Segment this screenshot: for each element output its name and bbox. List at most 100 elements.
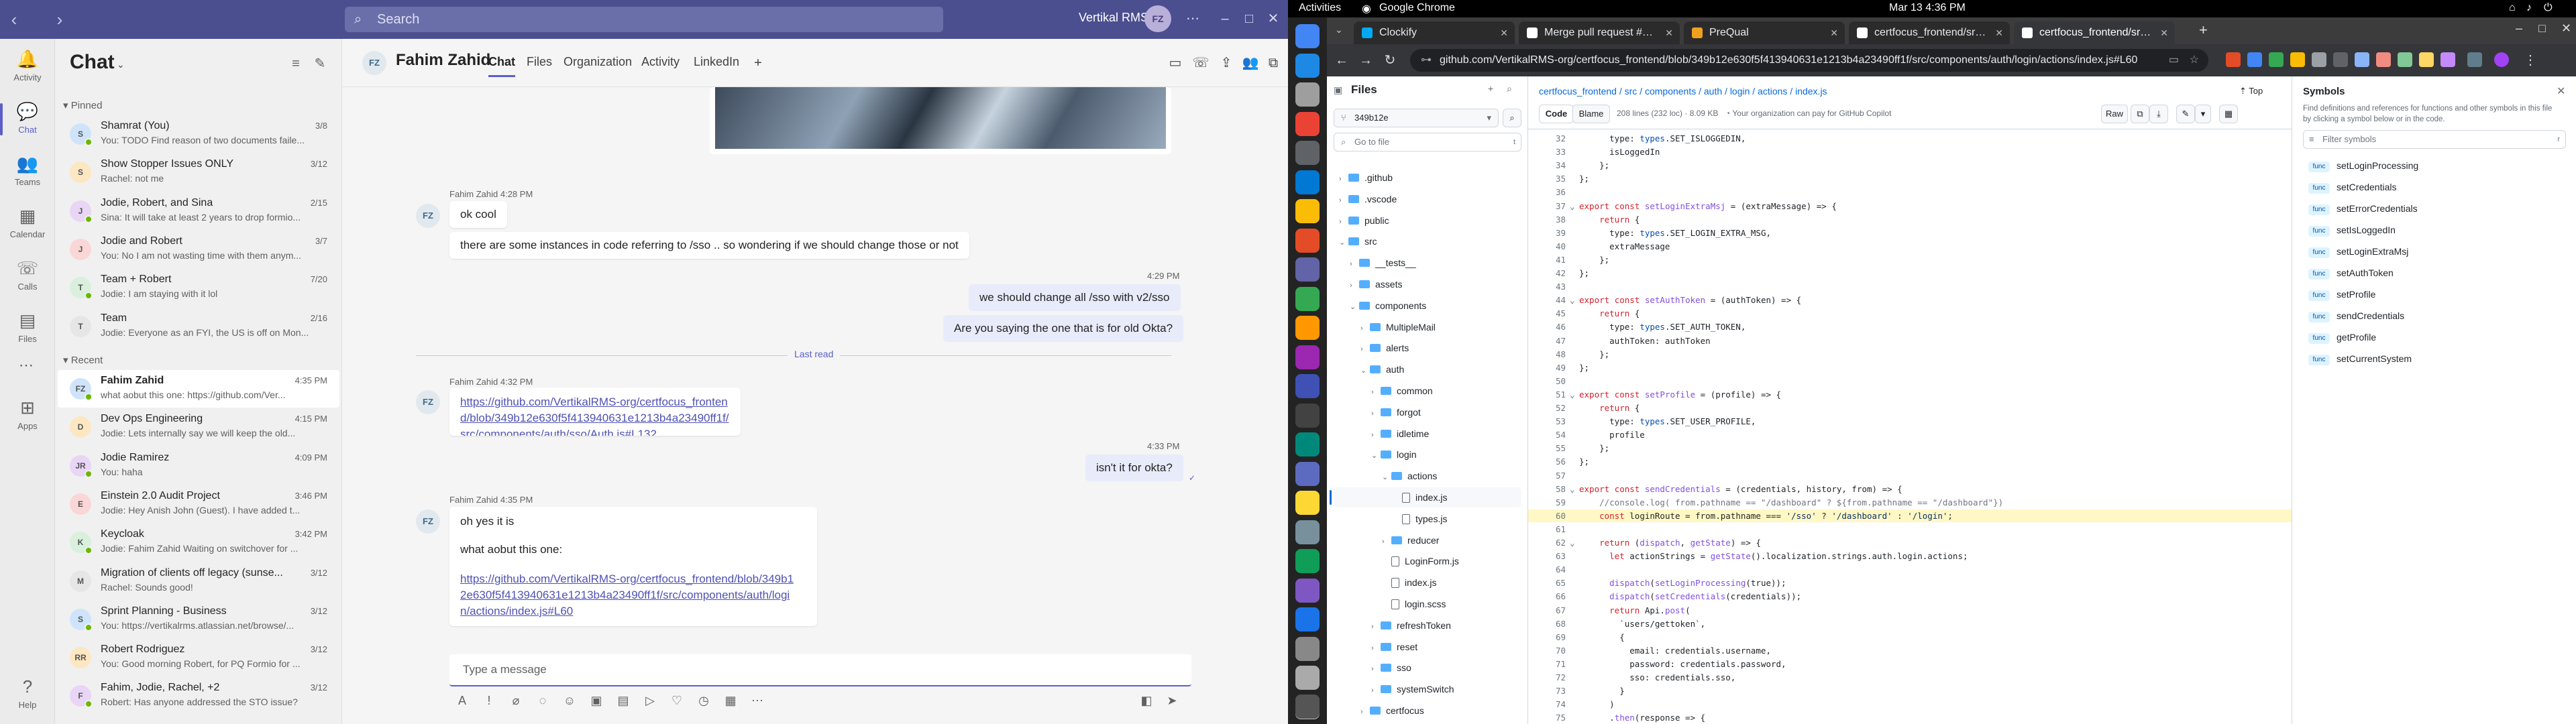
- code-line[interactable]: 62 return (dispatch, getState) => {⌄: [1528, 536, 2292, 550]
- dock-app-icon[interactable]: [1295, 111, 1320, 136]
- tree-folder[interactable]: › .github: [1334, 168, 1521, 188]
- dock-app-icon[interactable]: [1295, 578, 1320, 603]
- line-number[interactable]: 46: [1528, 320, 1579, 334]
- dictate-icon[interactable]: ◧: [1136, 690, 1157, 711]
- code-line[interactable]: 73 }: [1528, 684, 2292, 698]
- tree-folder[interactable]: › certfocus: [1334, 701, 1521, 721]
- line-number[interactable]: 34: [1528, 159, 1579, 172]
- symbol-item[interactable]: func setProfile: [2308, 286, 2375, 303]
- tab-close-icon[interactable]: ✕: [1995, 21, 2003, 44]
- dock-app-icon[interactable]: [1295, 636, 1320, 661]
- chat-list-item[interactable]: M Migration of clients off legacy (sunse.…: [58, 562, 339, 600]
- tab-organization[interactable]: Organization: [564, 55, 632, 69]
- line-number[interactable]: 69: [1528, 631, 1579, 644]
- close-icon[interactable]: ✕: [2561, 21, 2571, 36]
- forward-arrow-icon[interactable]: ›: [48, 8, 71, 31]
- audio-call-icon[interactable]: ☏: [1190, 52, 1212, 74]
- symbol-item[interactable]: func sendCredentials: [2308, 307, 2404, 324]
- chat-list-item[interactable]: J Jodie, Robert, and Sina 2/15 Sina: It wil…: [58, 192, 339, 230]
- line-number[interactable]: 73: [1528, 684, 1579, 698]
- show-apps-icon[interactable]: [1295, 695, 1320, 719]
- chat-list-item[interactable]: D Dev Ops Engineering 4:15 PM Jodie: Lets i…: [58, 408, 339, 446]
- top-link[interactable]: ⇡ Top: [2239, 86, 2263, 97]
- chat-list-item[interactable]: T Team + Robert 7/20 Jodie: I am staying wi…: [58, 269, 339, 306]
- code-line[interactable]: 57: [1528, 469, 2292, 483]
- tree-file[interactable]: login.scss: [1334, 594, 1521, 614]
- code-line[interactable]: 56};: [1528, 455, 2292, 469]
- line-number[interactable]: 43: [1528, 280, 1579, 294]
- code-line[interactable]: 63 let actionStrings = getState().locali…: [1528, 550, 2292, 563]
- browser-tab[interactable]: Clockify ✕: [1354, 21, 1515, 44]
- code-line[interactable]: 72 sso: credentials.sso,: [1528, 671, 2292, 684]
- shared-image[interactable]: [715, 87, 1166, 149]
- browser-tab[interactable]: certfocus_frontend/src/... ✕: [2014, 21, 2175, 44]
- chat-list-item[interactable]: J Jodie and Robert 3/7 You: No I am not was…: [58, 231, 339, 268]
- bookmark-star-icon[interactable]: ☆: [2190, 49, 2199, 72]
- praise-icon[interactable]: ♡: [667, 690, 687, 711]
- symbol-item[interactable]: func setCurrentSystem: [2308, 350, 2412, 367]
- meet-icon[interactable]: ▷: [640, 690, 660, 711]
- close-icon[interactable]: ✕: [1261, 7, 1285, 31]
- tree-file[interactable]: index.js: [1330, 487, 1521, 507]
- line-number[interactable]: 38: [1528, 213, 1579, 227]
- code-line[interactable]: 60 const loginRoute = from.pathname === …: [1528, 509, 2292, 523]
- line-number[interactable]: 47: [1528, 335, 1579, 348]
- fold-chevron-icon[interactable]: ⌄: [1570, 388, 1575, 402]
- chat-list-item[interactable]: S Show Stopper Issues ONLY 3/12 Rachel: not…: [58, 154, 339, 191]
- tree-folder[interactable]: ⌄ components: [1334, 296, 1521, 316]
- priority-icon[interactable]: !: [479, 690, 499, 711]
- apps-icon[interactable]: ▦: [720, 690, 741, 711]
- format-icon[interactable]: A: [452, 690, 472, 711]
- code-line[interactable]: 34 };: [1528, 159, 2292, 172]
- tree-folder[interactable]: › reset: [1334, 637, 1521, 657]
- tree-folder[interactable]: › __tests__: [1334, 253, 1521, 273]
- extensions-puzzle-icon[interactable]: [2440, 52, 2455, 67]
- maximize-icon[interactable]: □: [1237, 7, 1261, 31]
- line-number[interactable]: 71: [1528, 658, 1579, 671]
- minimize-icon[interactable]: –: [2516, 21, 2522, 36]
- site-info-icon[interactable]: ⊶: [1421, 49, 1432, 72]
- dock-app-icon[interactable]: [1295, 345, 1320, 369]
- line-number[interactable]: 56: [1528, 455, 1579, 469]
- fold-chevron-icon[interactable]: ⌄: [1570, 536, 1575, 550]
- code-line[interactable]: 54 profile: [1528, 428, 2292, 442]
- tree-folder[interactable]: › assets: [1334, 274, 1521, 294]
- add-tab-icon[interactable]: +: [747, 52, 769, 74]
- send-icon[interactable]: ➤: [1162, 690, 1182, 711]
- line-number[interactable]: 39: [1528, 227, 1579, 240]
- line-number[interactable]: 49: [1528, 361, 1579, 375]
- code-line[interactable]: 66 dispatch(setCredentials(credentials))…: [1528, 590, 2292, 603]
- tab-close-icon[interactable]: ✕: [1830, 21, 1838, 44]
- dock-app-icon[interactable]: [1295, 257, 1320, 282]
- back-arrow-icon[interactable]: ‹: [3, 8, 25, 31]
- extension-icon[interactable]: [2333, 52, 2348, 67]
- chat-list-item[interactable]: JR Jodie Ramirez 4:09 PM You: haha: [58, 447, 339, 485]
- more-options-icon[interactable]: ⋯: [1181, 7, 1205, 31]
- tab-search-icon[interactable]: ⌄: [1335, 24, 1343, 36]
- maximize-icon[interactable]: □: [2538, 21, 2546, 36]
- gif-icon[interactable]: ▣: [586, 690, 606, 711]
- dock-app-icon[interactable]: [1295, 461, 1320, 486]
- line-number[interactable]: 40: [1528, 240, 1579, 253]
- code-line[interactable]: 67 return Api.post(: [1528, 604, 2292, 617]
- line-number[interactable]: 35: [1528, 172, 1579, 186]
- cast-icon[interactable]: ▭: [2169, 49, 2179, 72]
- goto-file-input[interactable]: ⌕ Go to file t: [1334, 133, 1521, 152]
- line-number[interactable]: 55: [1528, 442, 1579, 455]
- tree-folder[interactable]: › forgot: [1334, 402, 1521, 422]
- forward-icon[interactable]: →: [1356, 51, 1375, 70]
- tab-activity[interactable]: Activity: [641, 55, 680, 69]
- line-number[interactable]: 42: [1528, 267, 1579, 280]
- symbol-item[interactable]: func setLoginProcessing: [2308, 157, 2418, 174]
- code-line[interactable]: 68 `users/gettoken`,: [1528, 617, 2292, 631]
- browser-tab[interactable]: PreQual ✕: [1684, 21, 1845, 44]
- line-number[interactable]: 74: [1528, 698, 1579, 711]
- symbol-item[interactable]: func setIsLoggedIn: [2308, 221, 2396, 239]
- tab-close-icon[interactable]: ✕: [1665, 21, 1673, 44]
- line-number[interactable]: 54: [1528, 428, 1579, 442]
- caret-down-icon[interactable]: ▾: [2195, 105, 2211, 123]
- line-number[interactable]: 32: [1528, 132, 1579, 145]
- network-icon[interactable]: ⌂: [2509, 2, 2516, 14]
- file-breadcrumb[interactable]: certfocus_frontend / src / components / …: [1539, 86, 1827, 97]
- tree-folder[interactable]: › MultipleMail: [1334, 317, 1521, 337]
